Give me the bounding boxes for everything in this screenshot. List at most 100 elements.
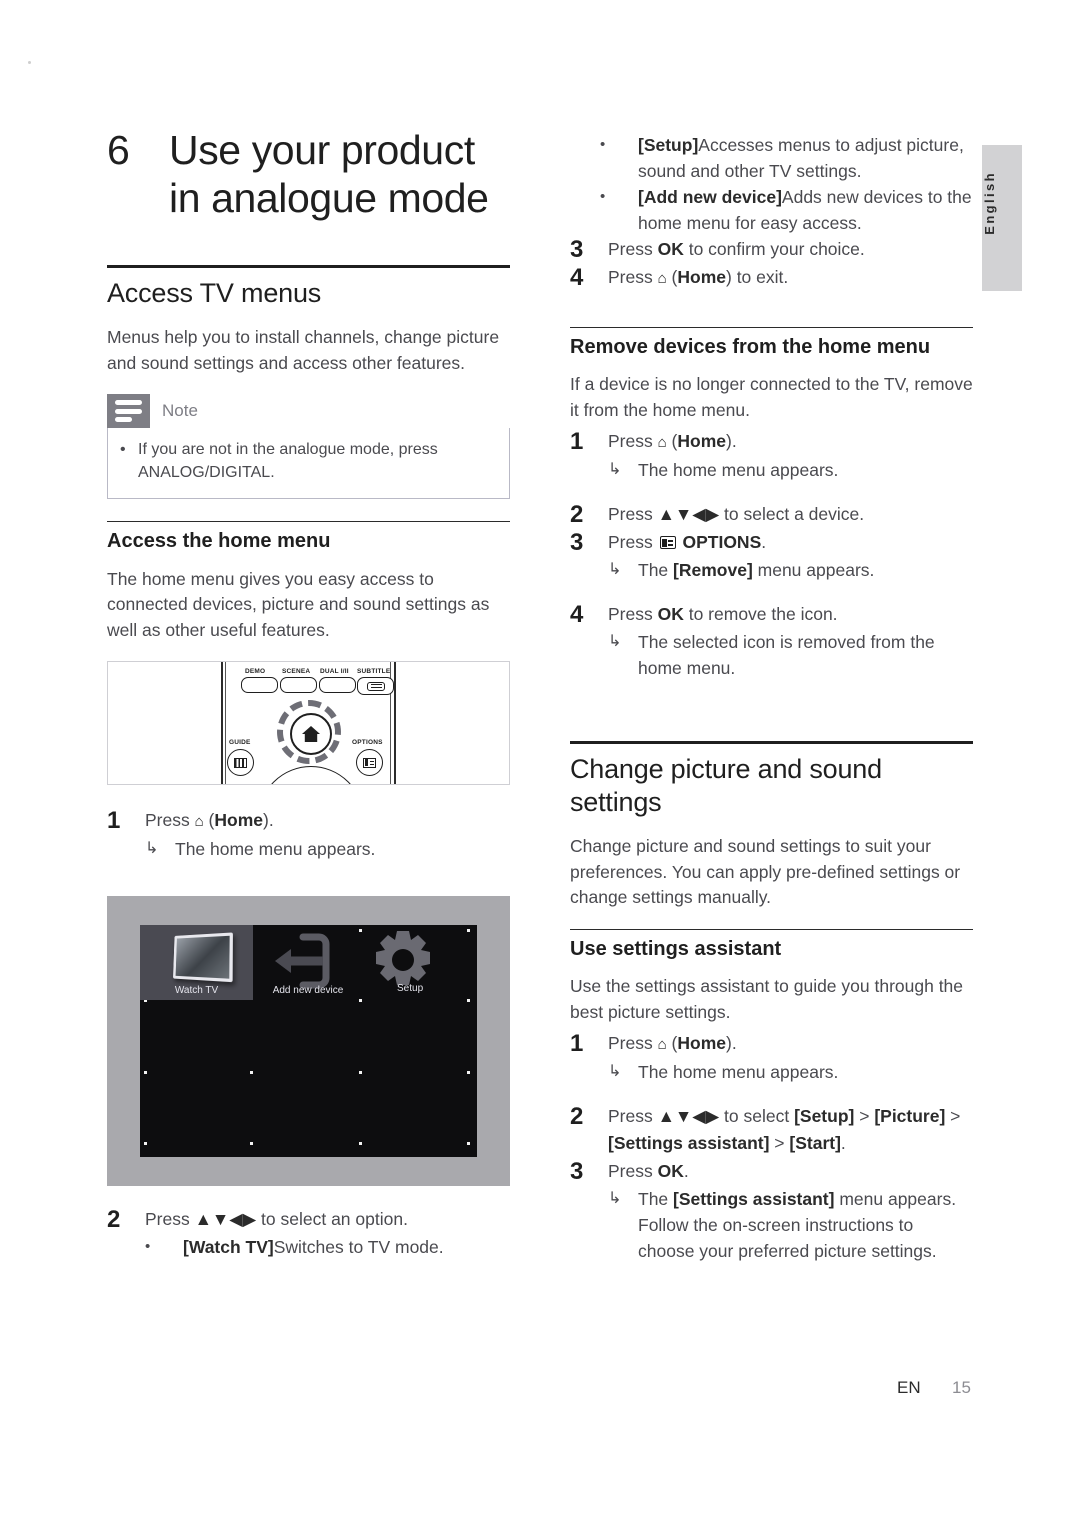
note-label: Note: [162, 401, 198, 421]
section-title-line1: Change picture and sound: [570, 754, 882, 785]
remote-button-guide[interactable]: [227, 749, 254, 777]
step-text: Press ⌂ (Home).: [145, 810, 274, 831]
home-menu-tile-add-new-device[interactable]: Add new device: [253, 925, 363, 1000]
step-4: 4 Press ⌂ (Home) to exit.: [570, 264, 973, 292]
footer-page-number: 15: [952, 1378, 971, 1397]
result-text: The selected icon is removed from the ho…: [638, 632, 935, 679]
result-arrow-icon: ↳: [608, 633, 622, 651]
bullet-setup: • [Setup]Accesses menus to adjust pictur…: [570, 132, 973, 184]
result-arrow-icon: ↳: [145, 840, 159, 858]
step-text: Press ▲▼◀▶ to select a device.: [608, 504, 865, 525]
remote-label-scenea: SCENEA: [282, 668, 311, 676]
step-text: Press OK to remove the icon.: [608, 604, 838, 625]
chapter-heading: 6 Use your product in analogue mode: [107, 126, 537, 223]
manual-page: English 6 Use your product in analogue m…: [0, 0, 1080, 1527]
note-icon: [107, 394, 150, 429]
bullet-add-new-device: • [Add new device]Adds new devices to th…: [570, 184, 973, 236]
note-bullet-text: If you are not in the analogue mode, pre…: [138, 441, 438, 482]
bullet-text: [Setup]Accesses menus to adjust picture,…: [638, 135, 964, 181]
step-number: 2: [570, 501, 584, 529]
home-icon: ⌂: [657, 270, 667, 287]
result-text: The home menu appears.: [175, 839, 376, 860]
remote-home-button[interactable]: [290, 713, 332, 756]
step-text: Press ▲▼◀▶ to select an option.: [145, 1209, 408, 1230]
tv-screen: Watch TV Add new device Setup: [140, 925, 477, 1158]
subsection-intro: The home menu gives you easy access to c…: [107, 568, 490, 640]
subsection-title-use-settings-assistant: Use settings assistant: [570, 937, 782, 960]
bullet-text: [Add new device]Adds new devices to the …: [638, 187, 972, 233]
remote-button-demo[interactable]: [241, 677, 278, 694]
arrow-keys-icon: ▲▼◀▶: [657, 1106, 720, 1127]
assistant-step-1-result: ↳ The home menu appears.: [570, 1059, 973, 1085]
subsection-title-remove-devices: Remove devices from the home menu: [570, 336, 931, 358]
remote-button-options[interactable]: [356, 749, 383, 777]
note-bullet: • If you are not in the analogue mode, p…: [120, 438, 497, 484]
arrow-keys-icon: ▲▼◀▶: [194, 1209, 257, 1230]
language-tab-label: English: [982, 171, 997, 235]
language-tab: English: [982, 145, 1022, 291]
bullet-dot-icon: •: [600, 136, 606, 153]
divider-thin: [570, 928, 973, 930]
divider-thin: [107, 521, 510, 523]
step-3: 3 Press OK to confirm your choice.: [570, 236, 973, 263]
remove-step-4-result: ↳ The selected icon is removed from the …: [570, 629, 973, 681]
left-column: Access TV menus Menus help you to instal…: [107, 265, 510, 1260]
change-section-intro: Change picture and sound settings to sui…: [570, 836, 961, 908]
step-number: 2: [107, 1206, 121, 1234]
result-text: The [Remove] menu appears.: [638, 560, 875, 581]
tv-home-menu-screenshot: Watch TV Add new device Setup: [107, 896, 510, 1187]
step-number: 2: [570, 1103, 584, 1131]
step-number: 4: [570, 264, 584, 291]
note-box: Note • If you are not in the analogue mo…: [107, 394, 510, 500]
tv-panel-icon: [173, 932, 233, 983]
step-text: Press ▲▼◀▶ to select [Setup] > [Picture]…: [608, 1106, 961, 1154]
remote-body-edge-left: [221, 662, 223, 785]
settings-assistant-intro: Use the settings assistant to guide you …: [570, 976, 964, 1022]
right-column: • [Setup]Accesses menus to adjust pictur…: [570, 132, 973, 1264]
bullet-dot-icon: •: [120, 441, 126, 459]
remote-label-guide: GUIDE: [229, 739, 251, 747]
chapter-title-line1: Use your product: [169, 127, 475, 173]
remote-button-dual[interactable]: [319, 677, 356, 694]
step-number: 1: [107, 807, 121, 835]
remote-label-subtitle: SUBTITLE: [357, 668, 391, 676]
result-text: The home menu appears.: [638, 1062, 839, 1083]
home-icon: [302, 726, 320, 743]
remove-step-2: 2 Press ▲▼◀▶ to select a device.: [570, 501, 973, 528]
bullet-dot-icon: •: [600, 188, 606, 205]
assistant-step-3: 3 Press OK.: [570, 1158, 973, 1185]
remove-step-4: 4 Press OK to remove the icon.: [570, 601, 973, 628]
remote-label-options: OPTIONS: [352, 739, 383, 747]
step-text: Press OK.: [608, 1161, 689, 1182]
remote-dial[interactable]: [258, 766, 364, 785]
step-number: 1: [570, 428, 584, 456]
home-icon: ⌂: [657, 1036, 667, 1054]
home-menu-tile-setup[interactable]: Setup: [363, 925, 477, 1000]
step-number: 4: [570, 601, 584, 629]
subsection-title-access-home-menu: Access the home menu: [107, 530, 331, 553]
divider-thick: [107, 265, 510, 268]
step-1-result: ↳ The home menu appears.: [107, 836, 510, 862]
result-arrow-icon: ↳: [608, 561, 622, 579]
subtitle-icon: [366, 681, 385, 691]
tile-label: Watch TV: [174, 985, 219, 997]
remote-button-subtitle[interactable]: [357, 677, 394, 696]
result-text: The home menu appears.: [638, 460, 839, 481]
section-title-access-tv-menus: Access TV menus: [107, 278, 322, 308]
step-text: Press ⌂ (Home) to exit.: [608, 267, 789, 287]
bullet-dot-icon: •: [145, 1238, 151, 1256]
section-title-line2: settings: [570, 786, 662, 817]
tile-label: Setup: [397, 983, 424, 995]
result-text: The [Settings assistant] menu appears. F…: [638, 1189, 957, 1262]
scan-speck: [28, 61, 31, 64]
result-arrow-icon: ↳: [608, 461, 622, 479]
step-2-bullet: • [Watch TV]Switches to TV mode.: [107, 1234, 510, 1260]
remote-control-figure: DEMO SCENEA DUAL I/II SUBTITLE GUIDE OPT…: [107, 661, 510, 786]
step-number: 1: [570, 1030, 584, 1058]
remote-label-demo: DEMO: [245, 668, 266, 676]
remote-body-edge-left-inner: [225, 662, 226, 785]
remove-step-3-result: ↳ The [Remove] menu appears.: [570, 557, 973, 583]
tile-label: Add new device: [272, 985, 344, 997]
remote-button-scenea[interactable]: [280, 677, 317, 694]
home-menu-tile-watch-tv[interactable]: Watch TV: [140, 925, 253, 1001]
